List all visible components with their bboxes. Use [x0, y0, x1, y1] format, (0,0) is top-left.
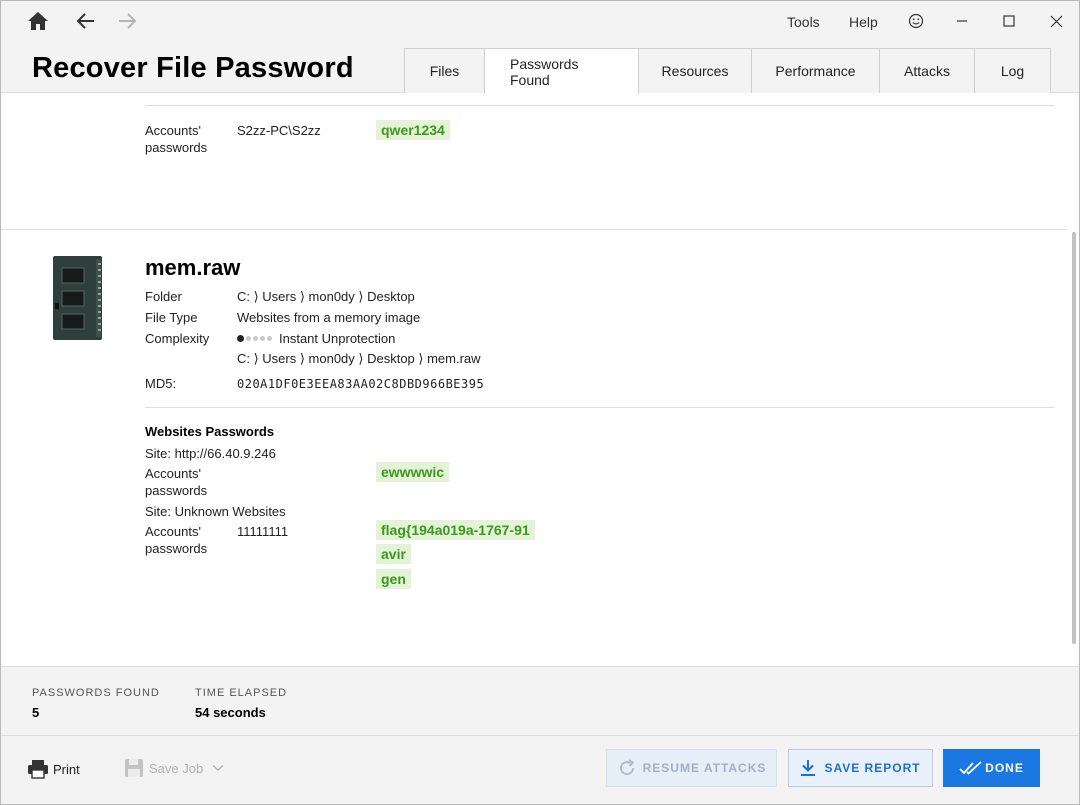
complexity-dot-empty — [253, 336, 258, 341]
app-window: Tools Help Recover File Password Files P… — [0, 0, 1080, 805]
save-report-label: SAVE REPORT — [824, 761, 921, 775]
feedback-button[interactable] — [902, 10, 930, 32]
complexity-value: Instant Unprotection — [237, 330, 395, 347]
time-elapsed-value: 54 seconds — [195, 705, 266, 720]
memory-module-icon — [53, 256, 102, 340]
close-icon — [1050, 15, 1062, 27]
maximize-icon — [1003, 15, 1015, 27]
back-button[interactable] — [72, 9, 100, 33]
resume-attacks-label: RESUME ATTACKS — [642, 761, 767, 775]
scrollbar[interactable] — [1072, 232, 1076, 644]
label-line: Accounts' — [145, 123, 201, 138]
stats-bar: PASSWORDS FOUND 5 TIME ELAPSED 54 second… — [1, 666, 1079, 736]
tab-bar: Files Passwords Found Resources Performa… — [404, 48, 1051, 94]
label-line: Accounts' — [145, 524, 201, 539]
footer-toolbar: Print Save Job RESUME ATTACKS SAVE REPOR… — [1, 736, 1079, 804]
accounts-label: Accounts' passwords — [145, 523, 207, 557]
complexity-label: Complexity — [145, 331, 210, 346]
account-name: 11111111 — [237, 524, 289, 539]
password-value[interactable]: qwer1234 — [376, 120, 450, 140]
md5-value: 020A1DF0E3EEA83AA02C8DBD966BE395 — [237, 377, 485, 391]
label-line: Accounts' — [145, 466, 201, 481]
folder-label: Folder — [145, 289, 182, 304]
title-bar: Tools Help Recover File Password Files P… — [1, 1, 1079, 94]
app-title: Recover File Password — [32, 52, 354, 84]
tab-passwords-found[interactable]: Passwords Found — [484, 48, 639, 94]
password-value[interactable]: gen — [376, 569, 411, 589]
complexity-dot-empty — [246, 336, 251, 341]
arrow-left-icon — [76, 13, 94, 29]
label-line: passwords — [145, 140, 208, 155]
password-value[interactable]: flag{194a019a-1767-91 — [376, 520, 535, 540]
time-elapsed-label: TIME ELAPSED — [195, 687, 288, 699]
refresh-icon — [619, 759, 635, 775]
save-job-button[interactable]: Save Job — [124, 758, 224, 778]
complexity-text: Instant Unprotection — [279, 331, 396, 346]
save-job-label: Save Job — [149, 760, 204, 776]
tab-performance[interactable]: Performance — [751, 48, 880, 93]
websites-section-title: Websites Passwords — [145, 424, 275, 439]
smiley-icon — [908, 13, 924, 29]
complexity-dot-empty — [260, 336, 265, 341]
passwords-found-value: 5 — [32, 705, 40, 720]
home-button[interactable] — [24, 9, 52, 33]
forward-button[interactable] — [113, 9, 141, 33]
floppy-disk-icon — [125, 759, 143, 777]
print-label: Print — [53, 761, 80, 777]
file-type-value: Websites from a memory image — [237, 310, 421, 325]
close-button[interactable] — [1042, 10, 1070, 32]
passwords-list[interactable]: Accounts' passwords S2zz-PC\S2zz qwer123… — [1, 94, 1079, 666]
file-name: mem.raw — [145, 255, 241, 280]
done-button[interactable]: DONE — [943, 749, 1040, 787]
password-value[interactable]: avir — [376, 544, 411, 564]
download-icon — [801, 760, 816, 776]
entry-separator — [1, 229, 1067, 230]
menu-help[interactable]: Help — [849, 14, 878, 30]
tab-files[interactable]: Files — [404, 48, 485, 93]
save-report-button[interactable]: SAVE REPORT — [788, 749, 933, 787]
accounts-label: Accounts' passwords — [145, 465, 207, 499]
complexity-dot-filled — [237, 335, 244, 342]
password-value[interactable]: ewwwwic — [376, 462, 450, 482]
divider — [145, 407, 1054, 408]
done-label: DONE — [985, 761, 1024, 775]
arrow-right-icon — [119, 13, 137, 29]
print-button[interactable]: Print — [27, 759, 80, 779]
complexity-rating — [237, 335, 274, 342]
md5-label: MD5: — [145, 376, 177, 391]
minimize-icon — [957, 20, 967, 22]
tab-log[interactable]: Log — [974, 48, 1051, 93]
divider — [145, 105, 1054, 106]
label-line: passwords — [145, 541, 208, 556]
tab-resources[interactable]: Resources — [638, 48, 752, 93]
chevron-down-icon — [212, 765, 224, 771]
double-check-icon — [959, 761, 982, 775]
passwords-found-label: PASSWORDS FOUND — [32, 687, 160, 699]
complexity-dot-empty — [267, 336, 272, 341]
menu-tools[interactable]: Tools — [787, 14, 820, 30]
account-name: S2zz-PC\S2zz — [237, 123, 321, 138]
file-type-label: File Type — [145, 310, 198, 325]
site-url: Site: Unknown Websites — [145, 504, 286, 519]
file-full-path[interactable]: C: ⟩ Users ⟩ mon0dy ⟩ Desktop ⟩ mem.raw — [237, 350, 481, 367]
label-line: passwords — [145, 483, 208, 498]
tab-attacks[interactable]: Attacks — [879, 48, 975, 93]
maximize-button[interactable] — [995, 10, 1023, 32]
home-icon — [28, 12, 48, 30]
accounts-label: Accounts' passwords — [145, 122, 207, 156]
site-url: Site: http://66.40.9.246 — [145, 446, 276, 461]
folder-path[interactable]: C: ⟩ Users ⟩ mon0dy ⟩ Desktop — [237, 288, 415, 305]
resume-attacks-button[interactable]: RESUME ATTACKS — [606, 749, 777, 787]
minimize-button[interactable] — [948, 10, 976, 32]
printer-icon — [28, 760, 48, 779]
